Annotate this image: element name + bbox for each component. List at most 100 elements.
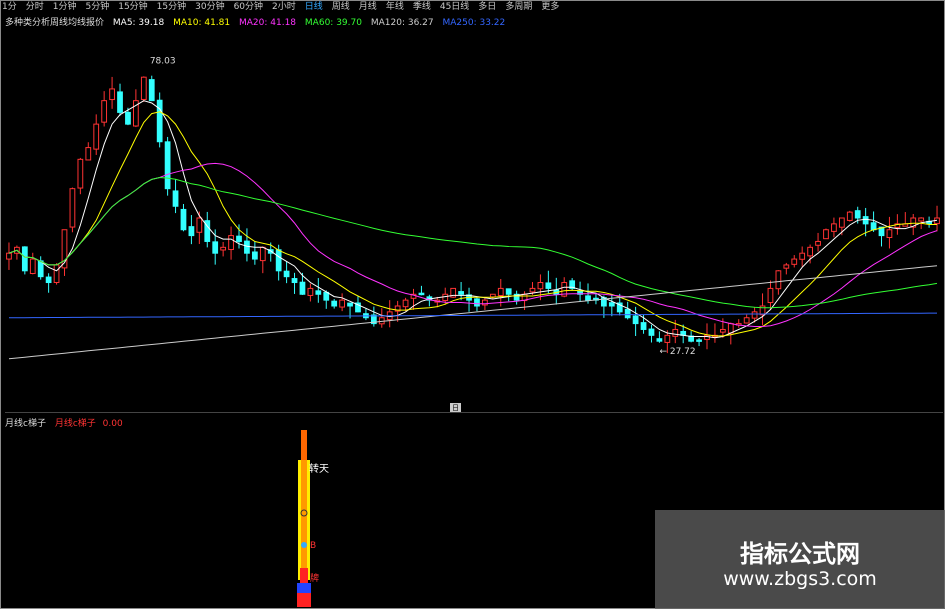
candle-body	[632, 315, 639, 325]
candle-body	[823, 229, 829, 240]
candle-body	[751, 311, 758, 319]
candle-body	[299, 281, 306, 295]
candle-body	[315, 290, 322, 295]
candle-body	[664, 334, 671, 343]
candle-body	[640, 322, 647, 330]
ma-legend-title: 多种类分析周线均线报价	[5, 18, 105, 28]
ma-legend-item-ma10: MA10: 41.81	[173, 18, 231, 28]
ma-legend-item-ma5: MA5: 39.18	[112, 18, 165, 28]
candle-body	[696, 339, 702, 342]
candle-body	[6, 252, 12, 260]
signal-label-top: 转天	[309, 462, 329, 475]
candle-body	[505, 288, 512, 295]
candle-body	[608, 302, 615, 307]
candle-body	[799, 252, 806, 260]
period-tab-1[interactable]: 分时	[26, 1, 44, 14]
low-price-label: ← 27.72	[659, 347, 695, 357]
candle-body	[656, 338, 663, 342]
candle-body	[489, 293, 496, 298]
candle-body	[307, 287, 314, 296]
candle-body	[418, 292, 425, 296]
candle-body	[719, 328, 726, 333]
candle-body	[474, 298, 480, 307]
candle-body	[807, 246, 813, 257]
period-tab-11[interactable]: 月线	[359, 1, 377, 14]
candle-body	[791, 258, 798, 265]
main-kline-chart[interactable]: 78.03 ← 27.72	[5, 30, 941, 402]
period-tab-13[interactable]: 季线	[413, 1, 431, 14]
ma-line-20	[8, 162, 938, 327]
candle-body	[862, 216, 869, 225]
candle-body	[672, 328, 679, 337]
candle-body	[743, 317, 750, 324]
candle-body	[704, 334, 710, 341]
period-tab-5[interactable]: 15分钟	[157, 1, 186, 14]
period-tab-7[interactable]: 60分钟	[234, 1, 263, 14]
candle-body	[648, 328, 655, 336]
ma-line-250	[9, 312, 937, 319]
candle-body	[117, 91, 123, 113]
signal-bar-red-base	[297, 593, 311, 607]
period-toolbar: 1分 分时 1分钟 5分钟 15分钟 15分钟 30分钟 60分钟 2小时 日线 周线 月线 年线 季线 4…	[2, 1, 942, 14]
candle-body	[220, 246, 227, 251]
candle-body	[29, 258, 36, 275]
period-tab-14[interactable]: 45日线	[440, 1, 469, 14]
period-tab-16[interactable]: 多周期	[505, 1, 532, 14]
period-tab-2[interactable]: 1分钟	[53, 1, 77, 14]
watermark-title: 指标公式网	[740, 540, 860, 568]
candle-body	[148, 79, 155, 102]
period-tab-8[interactable]: 2小时	[272, 1, 296, 14]
candle-body	[585, 295, 591, 301]
candle-body	[228, 235, 234, 251]
period-tab-10[interactable]: 周线	[332, 1, 350, 14]
candle-body	[236, 235, 242, 242]
ma-legend-item-ma60: MA60: 39.70	[304, 18, 362, 28]
period-tab-3[interactable]: 5分钟	[85, 1, 109, 14]
candle-body	[727, 323, 734, 334]
ma-legend: 多种类分析周线均线报价 MA5: 39.18 MA10: 41.81 MA20:…	[5, 15, 511, 28]
candle-body	[172, 190, 179, 207]
candle-body	[244, 240, 250, 254]
candle-body	[140, 76, 147, 100]
candle-body	[53, 264, 60, 283]
candle-body	[196, 217, 203, 233]
candle-body	[497, 287, 504, 296]
candle-body	[45, 276, 52, 284]
candle-body	[854, 210, 861, 219]
period-tab-15[interactable]: 多日	[478, 1, 496, 14]
candle-body	[283, 270, 290, 278]
candle-body	[251, 251, 258, 260]
candle-body	[188, 226, 195, 237]
signal-bar-orange	[301, 460, 307, 580]
candle-body	[331, 300, 338, 307]
period-tab-17[interactable]: 更多	[541, 1, 559, 14]
candle-body	[775, 270, 782, 290]
high-price-label: 78.03	[150, 57, 176, 67]
signal-label-low: 牌	[310, 572, 319, 584]
ma-line-5	[8, 100, 938, 339]
candle-body	[109, 88, 115, 101]
candle-body	[156, 99, 163, 143]
candle-body	[69, 188, 76, 228]
candle-body	[537, 282, 544, 290]
ma-line-60	[8, 176, 938, 309]
candle-body	[545, 282, 552, 289]
candle-body	[783, 264, 790, 269]
candle-body	[275, 249, 282, 272]
candle-body	[458, 291, 464, 295]
period-tab-9[interactable]: 日线	[305, 1, 323, 14]
candle-body	[291, 278, 298, 284]
candle-body	[77, 158, 84, 189]
candle-body	[85, 147, 92, 161]
period-tab-4[interactable]: 15分钟	[118, 1, 147, 14]
period-tab-6[interactable]: 30分钟	[195, 1, 224, 14]
pane-separator[interactable]	[5, 412, 943, 413]
candle-body	[101, 100, 108, 123]
candle-body	[846, 211, 853, 221]
candle-body	[624, 308, 631, 319]
signal-bar-blue	[297, 583, 311, 593]
period-tab-0[interactable]: 1分	[2, 1, 17, 14]
candle-body	[93, 123, 100, 150]
period-tab-12[interactable]: 年线	[386, 1, 404, 14]
ma-line-120	[8, 265, 938, 360]
